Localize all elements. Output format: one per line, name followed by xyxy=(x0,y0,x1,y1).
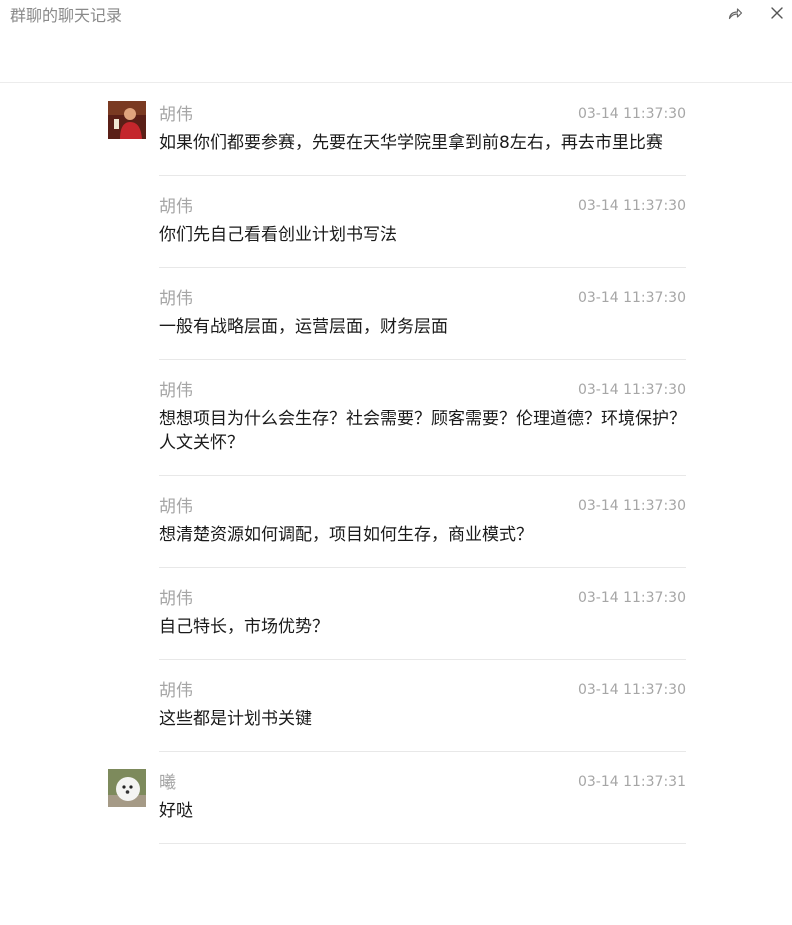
message-body: 胡伟 03-14 11:37:30 如果你们都要参赛，先要在天华学院里拿到前8左右，… xyxy=(159,84,686,176)
message-item[interactable]: 胡伟 03-14 11:37:30 如果你们都要参赛，先要在天华学院里拿到前8左右，… xyxy=(0,84,792,176)
message-timestamp: 03-14 11:37:31 xyxy=(577,774,686,790)
avatar-image xyxy=(108,769,146,807)
message-timestamp: 03-14 11:37:30 xyxy=(577,198,686,214)
window-title: 群聊的聊天记录 xyxy=(10,6,123,25)
message-body: 胡伟 03-14 11:37:30 想想项目为什么会生存？社会需要？顾客需要？伦理道… xyxy=(159,360,686,476)
message-text: 如果你们都要参赛，先要在天华学院里拿到前8左右，再去市里比赛 xyxy=(159,133,663,153)
avatar-image xyxy=(108,101,146,139)
share-button[interactable] xyxy=(720,0,750,26)
message-body: 胡伟 03-14 11:37:30 一般有战略层面，运营层面，财务层面 xyxy=(159,268,686,360)
message-item[interactable]: 胡伟 03-14 11:37:30 自己特长，市场优势？ xyxy=(0,568,792,660)
message-item[interactable]: 胡伟 03-14 11:37:30 一般有战略层面，运营层面，财务层面 xyxy=(0,268,792,360)
message-body: 胡伟 03-14 11:37:30 自己特长，市场优势？ xyxy=(159,568,686,660)
message-body: 胡伟 03-14 11:37:30 这些都是计划书关键 xyxy=(159,660,686,752)
message-item[interactable]: 胡伟 03-14 11:37:30 你们先自己看看创业计划书写法 xyxy=(0,176,792,268)
message-item[interactable]: 胡伟 03-14 11:37:30 想想项目为什么会生存？社会需要？顾客需要？伦理道… xyxy=(0,360,792,476)
share-forward-icon xyxy=(728,8,743,20)
message-text: 这些都是计划书关键 xyxy=(159,709,312,729)
message-timestamp: 03-14 11:37:30 xyxy=(577,590,686,606)
message-item[interactable]: 胡伟 03-14 11:37:30 这些都是计划书关键 xyxy=(0,660,792,752)
message-body: 胡伟 03-14 11:37:30 你们先自己看看创业计划书写法 xyxy=(159,176,686,268)
message-body: 曦 03-14 11:37:31 好哒 xyxy=(159,752,686,844)
message-timestamp: 03-14 11:37:30 xyxy=(577,382,686,398)
message-text: 想想项目为什么会生存？社会需要？顾客需要？伦理道德？环境保护？人文关怀？ xyxy=(159,409,686,453)
close-button[interactable] xyxy=(762,0,792,26)
close-icon xyxy=(771,7,783,19)
message-text: 自己特长，市场优势？ xyxy=(159,617,329,637)
message-timestamp: 03-14 11:37:30 xyxy=(577,682,686,698)
message-timestamp: 03-14 11:37:30 xyxy=(577,498,686,514)
avatar[interactable] xyxy=(108,101,146,139)
message-list: 胡伟 03-14 11:37:30 如果你们都要参赛，先要在天华学院里拿到前8左右，… xyxy=(0,84,792,844)
avatar[interactable] xyxy=(108,769,146,807)
message-text: 你们先自己看看创业计划书写法 xyxy=(159,225,397,245)
message-body: 胡伟 03-14 11:37:30 想清楚资源如何调配，项目如何生存，商业模式？ xyxy=(159,476,686,568)
message-text: 好哒 xyxy=(159,801,193,821)
title-bar: 群聊的聊天记录 xyxy=(0,0,792,83)
message-timestamp: 03-14 11:37:30 xyxy=(577,106,686,122)
message-text: 一般有战略层面，运营层面，财务层面 xyxy=(159,317,448,337)
message-timestamp: 03-14 11:37:30 xyxy=(577,290,686,306)
message-text: 想清楚资源如何调配，项目如何生存，商业模式？ xyxy=(159,525,533,545)
message-item[interactable]: 胡伟 03-14 11:37:30 想清楚资源如何调配，项目如何生存，商业模式？ xyxy=(0,476,792,568)
message-item[interactable]: 曦 03-14 11:37:31 好哒 xyxy=(0,752,792,844)
